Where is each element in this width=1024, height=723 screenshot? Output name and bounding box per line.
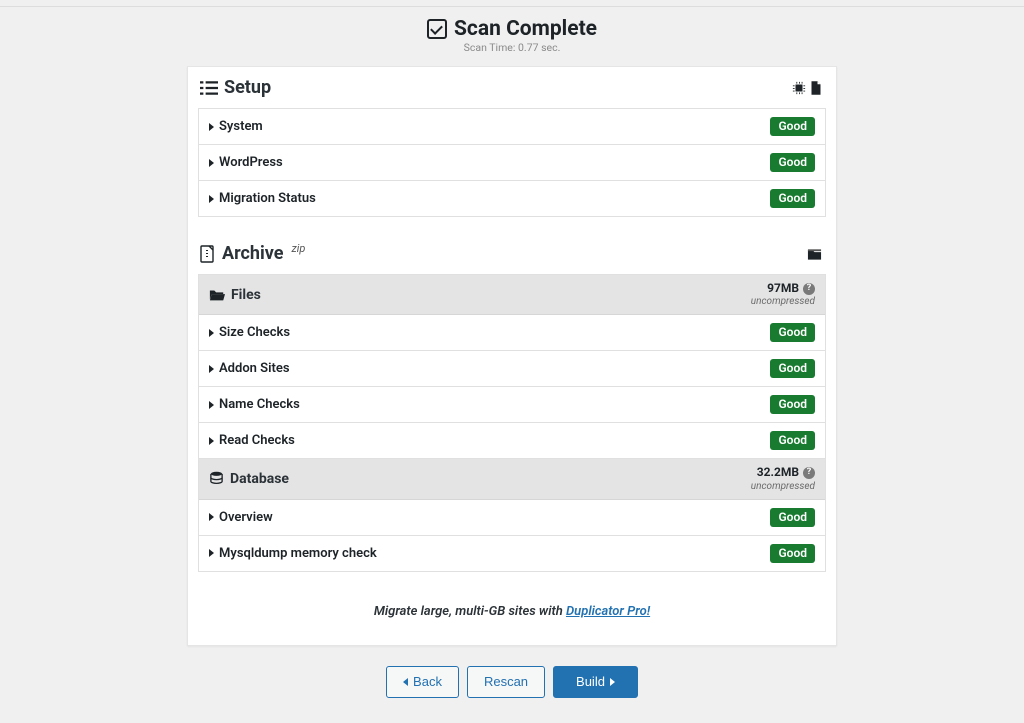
rescan-button[interactable]: Rescan <box>467 666 545 699</box>
database-subheader[interactable]: Database 32.2MB? uncompressed <box>199 459 825 499</box>
section-setup-header[interactable]: Setup <box>188 67 836 108</box>
scan-card: Setup System Good WordPress Good Migrati… <box>187 66 837 646</box>
status-badge: Good <box>770 431 815 450</box>
setup-list: System Good WordPress Good Migration Sta… <box>198 108 826 217</box>
status-badge: Good <box>770 323 815 342</box>
promo-text: Migrate large, multi-GB sites with Dupli… <box>188 588 836 645</box>
chevron-right-icon <box>209 513 214 521</box>
setup-item-wordpress[interactable]: WordPress Good <box>199 145 825 181</box>
status-badge: Good <box>770 189 815 208</box>
archive-icon <box>200 245 216 263</box>
status-badge: Good <box>770 359 815 378</box>
check-icon <box>427 19 447 39</box>
caret-left-icon <box>403 678 408 686</box>
database-icon <box>209 471 224 486</box>
archive-list: Files 97MB? uncompressed Size Checks Goo… <box>198 274 826 572</box>
chevron-right-icon <box>209 195 214 203</box>
section-archive-header[interactable]: Archive zip <box>188 233 836 274</box>
build-button[interactable]: Build <box>553 666 638 699</box>
setup-item-migration[interactable]: Migration Status Good <box>199 181 825 216</box>
help-icon[interactable]: ? <box>803 283 815 295</box>
duplicator-pro-link[interactable]: Duplicator Pro! <box>566 604 650 619</box>
files-subheader[interactable]: Files 97MB? uncompressed <box>199 275 825 315</box>
files-item-read[interactable]: Read Checks Good <box>199 423 825 459</box>
page-title: Scan Complete <box>454 17 597 41</box>
status-badge: Good <box>770 395 815 414</box>
db-item-mysqldump[interactable]: Mysqldump memory check Good <box>199 536 825 571</box>
chip-icon[interactable] <box>792 81 806 95</box>
chevron-right-icon <box>209 123 214 131</box>
status-badge: Good <box>770 508 815 527</box>
chevron-right-icon <box>209 159 214 167</box>
files-item-addon[interactable]: Addon Sites Good <box>199 351 825 387</box>
db-item-overview[interactable]: Overview Good <box>199 500 825 536</box>
file-icon[interactable] <box>810 81 822 95</box>
files-item-size[interactable]: Size Checks Good <box>199 315 825 351</box>
chevron-right-icon <box>209 329 214 337</box>
scan-heading: Scan Complete Scan Time: 0.77 sec. <box>0 7 1024 56</box>
folder-open-icon <box>209 288 225 302</box>
chevron-right-icon <box>209 365 214 373</box>
section-archive-title: Archive <box>222 243 283 264</box>
chevron-right-icon <box>209 437 214 445</box>
db-note: uncompressed <box>751 481 815 492</box>
chevron-right-icon <box>209 401 214 409</box>
caret-right-icon <box>610 678 615 686</box>
files-note: uncompressed <box>751 296 815 307</box>
chevron-right-icon <box>209 549 214 557</box>
scan-time: Scan Time: 0.77 sec. <box>0 41 1024 54</box>
archive-format: zip <box>291 242 305 255</box>
back-button[interactable]: Back <box>386 666 459 699</box>
status-badge: Good <box>770 544 815 563</box>
folder-icon[interactable] <box>807 247 822 261</box>
tasks-icon <box>200 79 218 97</box>
files-item-name[interactable]: Name Checks Good <box>199 387 825 423</box>
help-icon[interactable]: ? <box>803 467 815 479</box>
button-row: Back Rescan Build <box>187 666 837 699</box>
setup-item-system[interactable]: System Good <box>199 109 825 145</box>
section-setup-title: Setup <box>224 77 271 98</box>
status-badge: Good <box>770 117 815 136</box>
files-size: 97MB <box>767 282 799 295</box>
db-size: 32.2MB <box>757 466 799 479</box>
status-badge: Good <box>770 153 815 172</box>
